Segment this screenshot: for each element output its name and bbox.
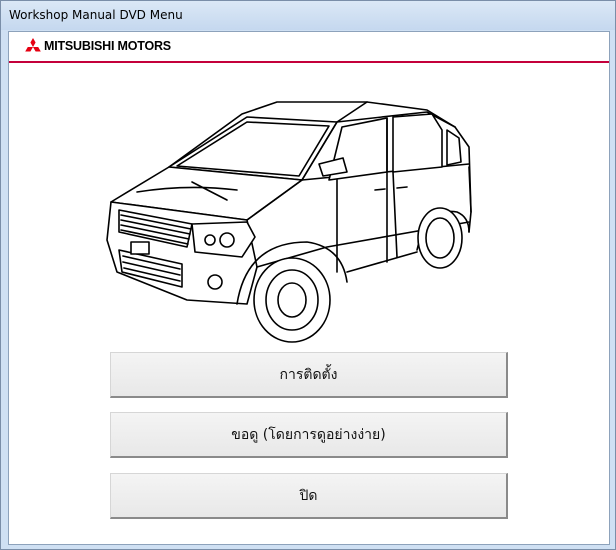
window-title: Workshop Manual DVD Menu [9,8,183,22]
brand-divider [9,61,609,63]
brand-header: MITSUBISHI MOTORS [9,32,609,61]
close-button[interactable]: ปิด [110,473,508,519]
mitsubishi-logo-icon [25,38,41,52]
main-panel: MITSUBISHI MOTORS การติดตั้ง ขอดู (โดยกา… [8,31,610,545]
title-bar[interactable]: Workshop Manual DVD Menu [1,1,615,30]
install-button[interactable]: การติดตั้ง [110,352,508,398]
view-button[interactable]: ขอดู (โดยการดูอย่างง่าย) [110,412,508,458]
brand-name: MITSUBISHI MOTORS [44,39,171,53]
minivan-illustration-icon [106,101,472,343]
app-window: Workshop Manual DVD Menu MITSUBISHI MOTO… [0,0,616,550]
